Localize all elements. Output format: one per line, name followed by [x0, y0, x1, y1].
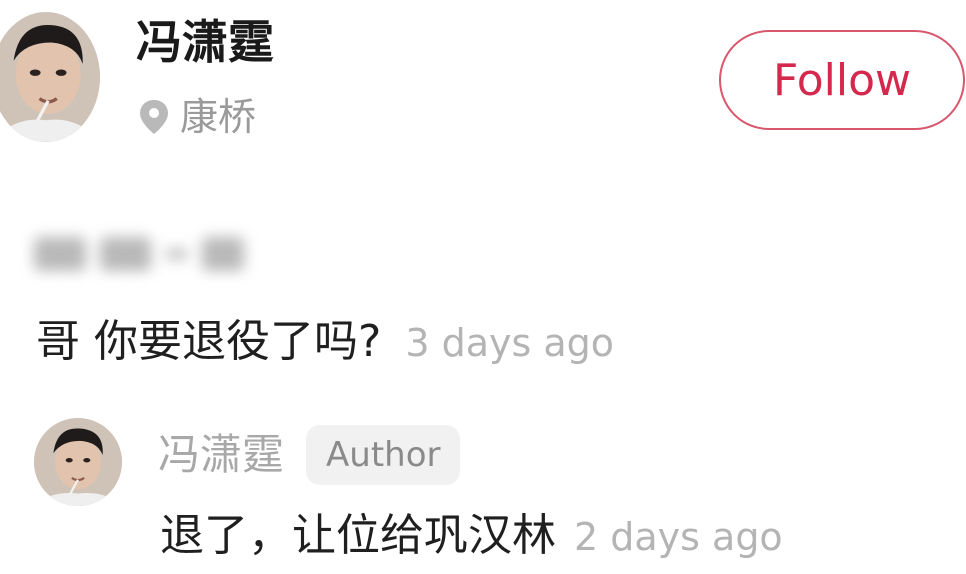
blur-block	[34, 237, 86, 271]
user-avatar-icon	[34, 418, 122, 506]
reply-text: 退了，让位给巩汉林	[160, 510, 556, 561]
user-avatar[interactable]	[0, 12, 100, 142]
blur-block	[202, 237, 244, 271]
location-text: 康桥	[180, 95, 257, 139]
reply-header: 冯潇霆 Author	[158, 425, 461, 485]
comment-text: 哥 你要退役了吗?	[36, 316, 382, 367]
reply-timestamp: 2 days ago	[574, 515, 783, 559]
blur-block	[99, 237, 152, 271]
reply-avatar[interactable]	[34, 418, 122, 506]
user-avatar-icon	[0, 12, 100, 142]
location: 康桥	[138, 92, 256, 142]
author-badge: Author	[306, 425, 461, 485]
user-name[interactable]: 冯潇霆	[136, 12, 274, 72]
blurred-commenter-name	[34, 230, 244, 278]
follow-button[interactable]: Follow	[719, 30, 965, 130]
blur-block	[165, 249, 188, 259]
reply-author-name[interactable]: 冯潇霆	[158, 427, 284, 483]
location-pin-icon	[140, 100, 168, 134]
page: 冯潇霆 康桥 Follow 哥 你要退役了吗? 3 days ago 冯潇霆 A…	[0, 0, 966, 574]
comment[interactable]: 哥 你要退役了吗? 3 days ago	[36, 312, 614, 373]
reply[interactable]: 退了，让位给巩汉林 2 days ago	[160, 506, 783, 567]
comment-timestamp: 3 days ago	[405, 321, 615, 365]
